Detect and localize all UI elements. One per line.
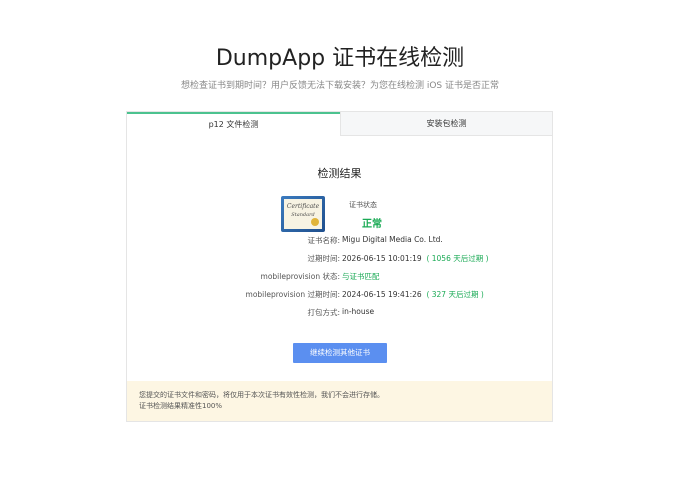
row-expire-time: 过期时间: 2026-06-15 10:01:19 ( 1056 天后过期 ) xyxy=(127,253,552,267)
page-subtitle: 想检查证书到期时间？用户反馈无法下载安装？为您在线检测 iOS 证书是否正常 xyxy=(180,81,500,91)
row-label: mobileprovision 过期时间: xyxy=(245,290,340,299)
row-extra: 与证书匹配 xyxy=(342,272,380,281)
page-title: DumpApp 证书在线检测 xyxy=(215,46,465,71)
tab-bar: p12 文件检测 安装包检测 xyxy=(127,112,552,136)
notice-line-1: 您提交的证书文件和密码，将仅用于本次证书有效性检测，我们不会进行存储。 xyxy=(139,391,384,399)
seal-icon xyxy=(311,218,319,226)
checker-card: p12 文件检测 安装包检测 检测结果 Certificate Standard… xyxy=(126,111,553,422)
row-value: 与证书匹配 xyxy=(342,271,380,282)
row-extra: ( 327 天后过期 ) xyxy=(426,290,484,299)
certificate-icon-paper: Certificate Standard xyxy=(284,199,322,229)
privacy-notice: 您提交的证书文件和密码，将仅用于本次证书有效性检测，我们不会进行存储。 证书检测… xyxy=(127,381,552,421)
row-label: 证书名称: xyxy=(307,236,340,245)
row-mobileprovision-status: mobileprovision 状态: 与证书匹配 xyxy=(127,271,552,285)
result-title: 检测结果 xyxy=(317,167,362,180)
row-value: 2026-06-15 10:01:19 ( 1056 天后过期 ) xyxy=(342,254,489,263)
row-value: Migu Digital Media Co. Ltd. xyxy=(342,235,443,244)
row-mobileprovision-expire: mobileprovision 过期时间: 2024-06-15 19:41:2… xyxy=(127,289,552,303)
row-cert-name: 证书名称: Migu Digital Media Co. Ltd. xyxy=(127,235,552,249)
row-value: 2024-06-15 19:41:26 ( 327 天后过期 ) xyxy=(342,290,484,299)
row-value: in-house xyxy=(342,307,375,316)
row-label: 打包方式: xyxy=(307,308,340,317)
certificate-icon-subtext: Standard xyxy=(291,212,315,218)
row-extra: ( 1056 天后过期 ) xyxy=(426,254,489,263)
tab-p12-file-check[interactable]: p12 文件检测 xyxy=(127,112,340,136)
certificate-icon-text: Certificate xyxy=(286,203,320,210)
cert-status-label: 证书状态 xyxy=(349,201,377,209)
notice-line-2: 证书检测结果精准性100% xyxy=(139,402,223,410)
tab-package-check[interactable]: 安装包检测 xyxy=(340,112,552,136)
check-another-button[interactable]: 继续检测其他证书 xyxy=(293,343,387,363)
cert-status-value: 正常 xyxy=(362,219,382,230)
row-label: 过期时间: xyxy=(307,254,340,263)
row-package-method: 打包方式: in-house xyxy=(127,307,552,321)
certificate-icon: Certificate Standard xyxy=(281,196,325,232)
row-label: mobileprovision 状态: xyxy=(260,272,340,281)
